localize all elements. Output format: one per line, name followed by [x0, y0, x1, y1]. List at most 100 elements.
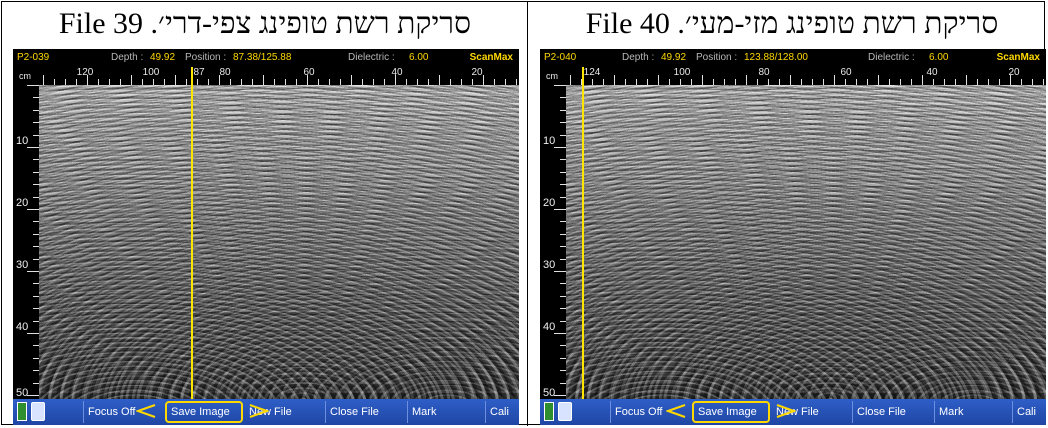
panel-caption: סריקת רשת טופינג מזי-מעי׳. File 40	[585, 7, 999, 40]
radargram-image[interactable]	[566, 85, 1046, 399]
depth-label-30: 30	[543, 259, 556, 271]
ruler-tick	[702, 75, 703, 85]
close-file-button[interactable]: Close File	[852, 401, 934, 423]
depth-label-40: 40	[16, 321, 29, 333]
calibrate-button[interactable]: Cali	[485, 401, 519, 423]
panel-left: סריקת רשת טופינג צפי-דרי׳. File 39 P2-03…	[5, 2, 525, 426]
ruler-label: 80	[758, 67, 770, 78]
ruler-tick	[834, 75, 835, 85]
depth-tick	[27, 85, 39, 86]
mark-button[interactable]: Mark	[407, 401, 477, 423]
brand-label: ScanMax	[469, 52, 513, 63]
panel-caption: סריקת רשת טופינג צפי-דרי׳. File 39	[58, 7, 472, 40]
ruler-tick	[878, 75, 879, 85]
ruler-label: 87	[193, 67, 205, 78]
depth-value: 49.92	[661, 52, 687, 63]
ruler-label: 100	[142, 67, 160, 78]
ruler-tick	[43, 75, 44, 85]
depth-label-10: 10	[16, 135, 29, 147]
depth-label: Depth :	[622, 52, 655, 63]
depth-label-20: 20	[16, 197, 29, 209]
depth-axis: 10 20 30 40 50	[13, 85, 39, 399]
status-bar: P2-040 Depth : 49.92 Position : 123.88/1…	[540, 49, 1046, 67]
dielectric-value: 6.00	[409, 52, 429, 63]
close-file-button[interactable]: Close File	[325, 401, 407, 423]
ruler-tick	[614, 75, 615, 85]
ruler-tick	[351, 75, 352, 85]
arrow-icon	[776, 404, 796, 418]
ruler-tick	[966, 75, 967, 85]
ruler-tick	[483, 75, 484, 85]
depth-tick	[554, 147, 566, 148]
radargram-image[interactable]	[39, 85, 519, 399]
file-icon[interactable]	[558, 402, 572, 421]
depth-axis: 10 20 30 40 50	[540, 85, 566, 399]
ruler-label: 80	[219, 67, 231, 78]
depth-tick	[554, 333, 566, 334]
ruler-label: 60	[840, 67, 852, 78]
dielectric-value: 6.00	[929, 52, 949, 63]
depth-tick	[554, 395, 566, 396]
depth-label-40: 40	[543, 321, 556, 333]
depth-tick	[554, 271, 566, 272]
mark-button[interactable]: Mark	[934, 401, 1004, 423]
ruler-tick	[922, 75, 923, 85]
position-value: 123.88/128.00	[744, 52, 808, 63]
position-ruler: cm 120 100 87 80 60 40 20	[13, 67, 519, 85]
battery-icon	[544, 402, 554, 421]
ruler-tick	[658, 75, 659, 85]
figure-frame: סריקת רשת טופינג צפי-דרי׳. File 39 P2-03…	[1, 1, 1048, 426]
ruler-tick	[263, 75, 264, 85]
depth-tick	[27, 395, 39, 396]
ruler-unit: cm	[19, 71, 31, 81]
ruler-tick	[131, 75, 132, 85]
brand-label: ScanMax	[996, 52, 1040, 63]
ruler-tick	[175, 75, 176, 85]
arrow-icon	[136, 404, 156, 418]
position-cursor[interactable]	[582, 67, 584, 399]
ruler-tick	[746, 75, 747, 85]
ruler-label: 124	[583, 67, 601, 78]
position-cursor[interactable]	[191, 67, 193, 399]
save-image-button[interactable]: Save Image	[692, 401, 770, 423]
file-label: P2-040	[544, 52, 577, 63]
depth-tick	[27, 209, 39, 210]
depth-label: Depth :	[111, 52, 144, 63]
file-icon[interactable]	[31, 402, 45, 421]
position-label: Position :	[696, 52, 738, 63]
dielectric-label: Dielectric :	[868, 52, 915, 63]
depth-tick	[27, 271, 39, 272]
depth-label-30: 30	[16, 259, 29, 271]
depth-label-50: 50	[16, 387, 29, 399]
file-label: P2-039	[17, 52, 50, 63]
depth-tick	[554, 85, 566, 86]
arrow-icon	[666, 404, 686, 418]
ruler-label: 40	[926, 67, 938, 78]
arrow-icon	[249, 404, 269, 418]
gpr-screen: P2-039 Depth : 49.92 Position : 87.38/12…	[13, 49, 519, 425]
dielectric-label: Dielectric :	[348, 52, 395, 63]
ruler-label: 40	[391, 67, 403, 78]
depth-tick	[27, 333, 39, 334]
position-label: Position :	[185, 52, 227, 63]
position-value: 87.38/125.88	[233, 52, 292, 63]
ruler-label: 60	[303, 67, 315, 78]
panel-divider	[527, 2, 528, 426]
save-image-button[interactable]: Save Image	[165, 401, 243, 423]
bottom-toolbar: Focus Off Save Image New File Close File…	[13, 399, 519, 425]
depth-label-10: 10	[543, 135, 556, 147]
panel-right: סריקת רשת טופינג מזי-מעי׳. File 40 P2-04…	[532, 2, 1048, 426]
ruler-unit: cm	[546, 71, 558, 81]
depth-tick	[27, 147, 39, 148]
status-bar: P2-039 Depth : 49.92 Position : 87.38/12…	[13, 49, 519, 67]
calibrate-button[interactable]: Cali	[1012, 401, 1046, 423]
depth-tick	[554, 209, 566, 210]
ruler-tick	[790, 75, 791, 85]
gpr-screen: P2-040 Depth : 49.92 Position : 123.88/1…	[540, 49, 1046, 425]
depth-value: 49.92	[150, 52, 176, 63]
ruler-label: 20	[1008, 67, 1020, 78]
depth-label-20: 20	[543, 197, 556, 209]
depth-label-50: 50	[543, 387, 556, 399]
ruler-tick	[439, 75, 440, 85]
ruler-label: 100	[673, 67, 691, 78]
